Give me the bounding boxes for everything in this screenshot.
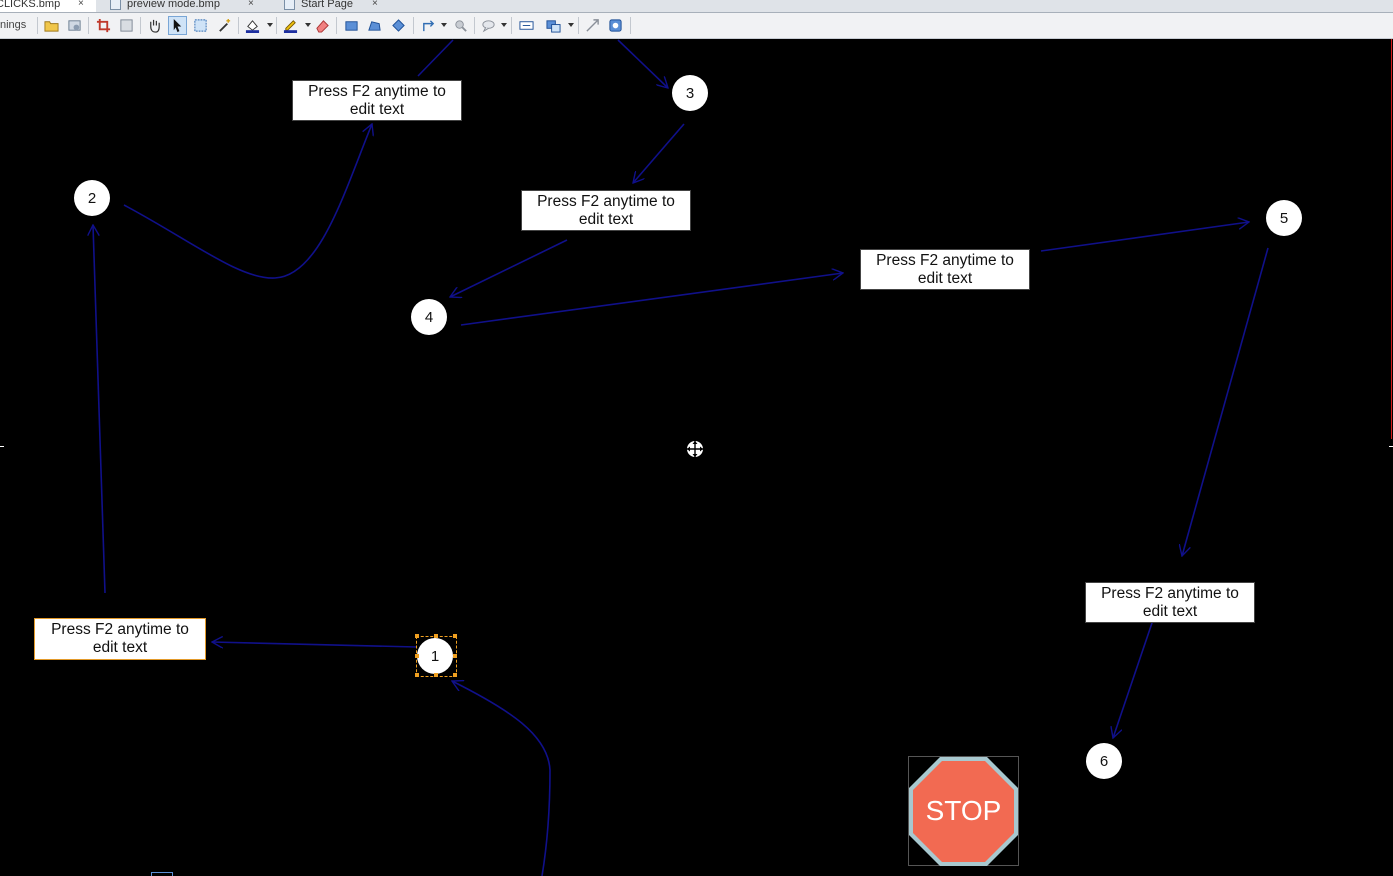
callout-text-box[interactable]: Press F2 anytime to edit text	[521, 190, 691, 231]
stop-sign-text: STOP	[926, 795, 1002, 826]
step-marker-5[interactable]: 5	[1266, 200, 1302, 236]
arrow-step2-to-callout-a	[123, 124, 372, 279]
step-marker-2[interactable]: 2	[74, 180, 110, 216]
resize-handle[interactable]	[415, 634, 419, 638]
resize-handle[interactable]	[415, 673, 419, 677]
arrow-callout-d-to-step6	[1113, 619, 1154, 738]
resize-handle[interactable]	[453, 634, 457, 638]
resize-handle[interactable]	[453, 673, 457, 677]
step-marker-6[interactable]: 6	[1086, 743, 1122, 779]
step-number: 3	[685, 84, 695, 102]
arrow-step1-to-callout-e	[212, 642, 418, 647]
callout-text: Press F2 anytime to edit text	[51, 621, 189, 656]
step-number: 5	[1279, 209, 1289, 227]
callout-text-box[interactable]: Press F2 anytime to edit text	[34, 618, 206, 660]
arrow-step3-to-callout-b	[633, 123, 685, 183]
step-number: 4	[424, 308, 434, 326]
arrow-callout-e-to-step2	[93, 225, 106, 594]
callout-text: Press F2 anytime to edit text	[876, 251, 1014, 287]
arrow-bottom-to-step1	[452, 681, 551, 876]
arrow-step4-to-callout-c	[460, 273, 843, 326]
callout-text-box[interactable]: Press F2 anytime to edit text	[292, 80, 462, 121]
step-marker-4[interactable]: 4	[411, 299, 447, 335]
canvas-right-border	[1391, 39, 1392, 439]
selection-outline	[416, 636, 457, 677]
resize-handle[interactable]	[434, 634, 438, 638]
step-marker-3[interactable]: 3	[672, 75, 708, 111]
arrow-step5-to-callout-d	[1182, 247, 1269, 556]
scrollbar-thumb[interactable]	[151, 872, 173, 876]
resize-handle[interactable]	[453, 654, 457, 658]
arrow-callout-c-to-step5	[1040, 222, 1249, 252]
callout-text: Press F2 anytime to edit text	[308, 82, 446, 118]
arrow-top-left-offscreen	[417, 39, 454, 77]
resize-handle[interactable]	[434, 673, 438, 677]
arrow-to-step-3	[617, 39, 668, 88]
arrow-layer	[0, 39, 1269, 876]
callout-text-box[interactable]: Press F2 anytime to edit text	[1085, 582, 1255, 623]
callout-text-box[interactable]: Press F2 anytime to edit text	[860, 249, 1030, 290]
arrow-callout-b-to-step4	[450, 239, 568, 297]
resize-handle[interactable]	[415, 654, 419, 658]
step-number: 2	[87, 189, 97, 207]
callout-text: Press F2 anytime to edit text	[537, 192, 675, 228]
step-number: 6	[1099, 752, 1109, 770]
canvas-edge-marker	[1389, 446, 1393, 447]
stop-sign-stamp[interactable]: STOP	[906, 754, 1021, 869]
move-cursor-icon	[686, 440, 704, 458]
canvas-edge-marker	[0, 446, 4, 447]
callout-text: Press F2 anytime to edit text	[1101, 584, 1239, 620]
